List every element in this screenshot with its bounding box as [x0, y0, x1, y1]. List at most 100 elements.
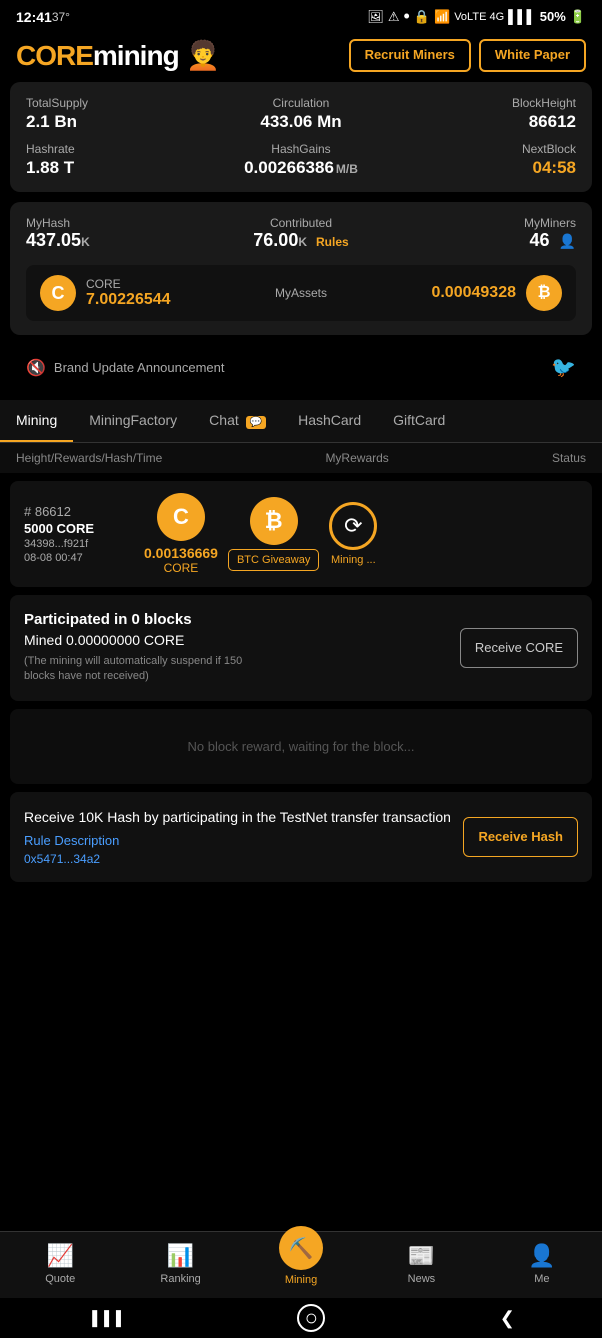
mining-hash: 34398...f921f	[24, 538, 134, 550]
battery-text: 50%	[540, 9, 566, 24]
tab-mining[interactable]: Mining	[0, 400, 73, 442]
battery-icon: 🔋	[570, 9, 586, 25]
block-height-value: 86612	[397, 112, 576, 132]
contributed-stat: Contributed 76.00K Rules	[211, 216, 390, 251]
mining-core-label: CORE	[144, 561, 218, 575]
logo-mining: mining	[93, 40, 179, 71]
core-icon: C	[40, 275, 76, 311]
btc-giveaway-button[interactable]: BTC Giveaway	[228, 549, 319, 571]
stats-card: TotalSupply 2.1 Bn Circulation 433.06 Mn…	[10, 82, 592, 192]
stats-grid: TotalSupply 2.1 Bn Circulation 433.06 Mn…	[26, 96, 576, 178]
myminers-value: 46 👤	[397, 230, 576, 251]
hashgains-stat: HashGains 0.00266386M/B	[211, 142, 390, 178]
next-block-stat: NextBlock 04:58	[397, 142, 576, 178]
announcement-text: Brand Update Announcement	[54, 360, 551, 375]
btc-amount: 0.00049328	[431, 284, 516, 302]
contributed-label: Contributed	[211, 216, 390, 230]
nav-news[interactable]: 📰 News	[361, 1243, 481, 1285]
news-label: News	[408, 1273, 436, 1285]
receive-hash-info: Receive 10K Hash by participating in the…	[24, 808, 451, 867]
logo-emoji: 🧑‍🦱	[185, 40, 219, 71]
mining-btc-icon: ₿	[250, 497, 298, 545]
btc-icon: ₿	[526, 275, 562, 311]
twitter-icon[interactable]: 🐦	[551, 355, 576, 380]
tab-miningfactory[interactable]: MiningFactory	[73, 400, 193, 442]
recruit-miners-button[interactable]: Recruit Miners	[349, 39, 471, 72]
mining-time: 08-08 00:47	[24, 552, 134, 564]
receive-core-button[interactable]: Receive CORE	[460, 628, 578, 668]
status-degree: 37°	[52, 10, 70, 24]
no-reward-block: No block reward, waiting for the block..…	[10, 709, 592, 784]
rule-description-link[interactable]: Rule Description	[24, 833, 451, 848]
news-icon: 📰	[408, 1243, 435, 1269]
wifi-icon: 📶	[434, 9, 450, 25]
hashrate-stat: Hashrate 1.88 T	[26, 142, 205, 178]
btc-asset: 0.00049328 ₿	[431, 275, 562, 311]
tab-hashcard[interactable]: HashCard	[282, 400, 377, 442]
participated-amount: Mined 0.00000000 CORE	[24, 632, 264, 648]
hashgains-value: 0.00266386M/B	[211, 158, 390, 178]
nav-ranking[interactable]: 📊 Ranking	[120, 1243, 240, 1285]
me-label: Me	[534, 1273, 549, 1285]
back-button[interactable]: ❮	[500, 1308, 515, 1329]
receive-hash-button[interactable]: Receive Hash	[463, 817, 578, 857]
warning-icon: ⚠	[388, 9, 400, 25]
mining-block-number: # 86612	[24, 504, 134, 519]
circulation-value: 433.06 Mn	[211, 112, 390, 132]
mining-block-info: # 86612 5000 CORE 34398...f921f 08-08 00…	[24, 504, 134, 564]
nav-me[interactable]: 👤 Me	[482, 1243, 602, 1285]
recent-button[interactable]: ▐▐▐	[87, 1310, 123, 1326]
myminers-label: MyMiners	[397, 216, 576, 230]
white-paper-button[interactable]: White Paper	[479, 39, 586, 72]
mining-status-section: ⟳ Mining ...	[329, 502, 377, 566]
mining-reward: 5000 CORE	[24, 521, 134, 536]
announcement-bar: 🔇 Brand Update Announcement 🐦	[10, 345, 592, 390]
my-assets-label: MyAssets	[275, 286, 327, 300]
hashgains-label: HashGains	[211, 142, 390, 156]
mining-core-icon: C	[157, 493, 205, 541]
header-buttons: Recruit Miners White Paper	[349, 39, 586, 72]
table-col-center: MyRewards	[325, 451, 388, 465]
rules-link[interactable]: Rules	[316, 235, 349, 249]
contributed-value: 76.00K Rules	[211, 230, 390, 251]
nav-mining[interactable]: ⛏️ Mining	[241, 1242, 361, 1286]
ranking-label: Ranking	[160, 1273, 200, 1285]
me-icon: 👤	[528, 1243, 555, 1269]
myhash-card: MyHash 437.05K Contributed 76.00K Rules …	[10, 202, 592, 335]
mining-spinner: ⟳	[329, 502, 377, 550]
btc-info: 0.00049328	[431, 284, 516, 302]
hashrate-label: Hashrate	[26, 142, 205, 156]
table-header: Height/Rewards/Hash/Time MyRewards Statu…	[0, 443, 602, 473]
tab-chat[interactable]: Chat 💬	[193, 400, 282, 442]
logo-core: CORE	[16, 40, 93, 71]
chat-badge: 💬	[246, 416, 266, 429]
myhash-value: 437.05K	[26, 230, 205, 251]
bars-icon: ▌▌▌	[508, 9, 536, 24]
participated-note: (The mining will automatically suspend i…	[24, 654, 264, 685]
tabs-bar: Mining MiningFactory Chat 💬 HashCard Gif…	[0, 400, 602, 443]
mining-core-amount: 0.00136669	[144, 545, 218, 561]
block-height-label: BlockHeight	[397, 96, 576, 110]
mining-nav-label: Mining	[285, 1274, 317, 1286]
status-icons: 🖼 ⚠ • 🔒 📶 VoLTE 4G ▌▌▌ 50% 🔋	[367, 6, 586, 27]
nav-quote[interactable]: 📈 Quote	[0, 1243, 120, 1285]
participated-info: Participated in 0 blocks Mined 0.0000000…	[24, 611, 264, 685]
myhash-label: MyHash	[26, 216, 205, 230]
home-button[interactable]: ○	[297, 1304, 325, 1332]
myhash-grid: MyHash 437.05K Contributed 76.00K Rules …	[26, 216, 576, 251]
tab-giftcard[interactable]: GiftCard	[377, 400, 461, 442]
mining-nav-icon: ⛏️	[279, 1226, 323, 1270]
receive-hash-address[interactable]: 0x5471...34a2	[24, 852, 451, 866]
total-supply-stat: TotalSupply 2.1 Bn	[26, 96, 205, 132]
core-amount: 7.00226544	[86, 291, 171, 309]
app-header: COREmining 🧑‍🦱 Recruit Miners White Pape…	[0, 31, 602, 82]
block-height-stat: BlockHeight 86612	[397, 96, 576, 132]
status-bar: 12:41 37° 🖼 ⚠ • 🔒 📶 VoLTE 4G ▌▌▌ 50% 🔋	[0, 0, 602, 31]
quote-label: Quote	[45, 1273, 75, 1285]
dot-icon: •	[404, 6, 410, 27]
myminers-stat: MyMiners 46 👤	[397, 216, 576, 251]
mining-row: # 86612 5000 CORE 34398...f921f 08-08 00…	[10, 481, 592, 587]
no-reward-text: No block reward, waiting for the block..…	[188, 739, 415, 754]
next-block-label: NextBlock	[397, 142, 576, 156]
ranking-icon: 📊	[167, 1243, 194, 1269]
